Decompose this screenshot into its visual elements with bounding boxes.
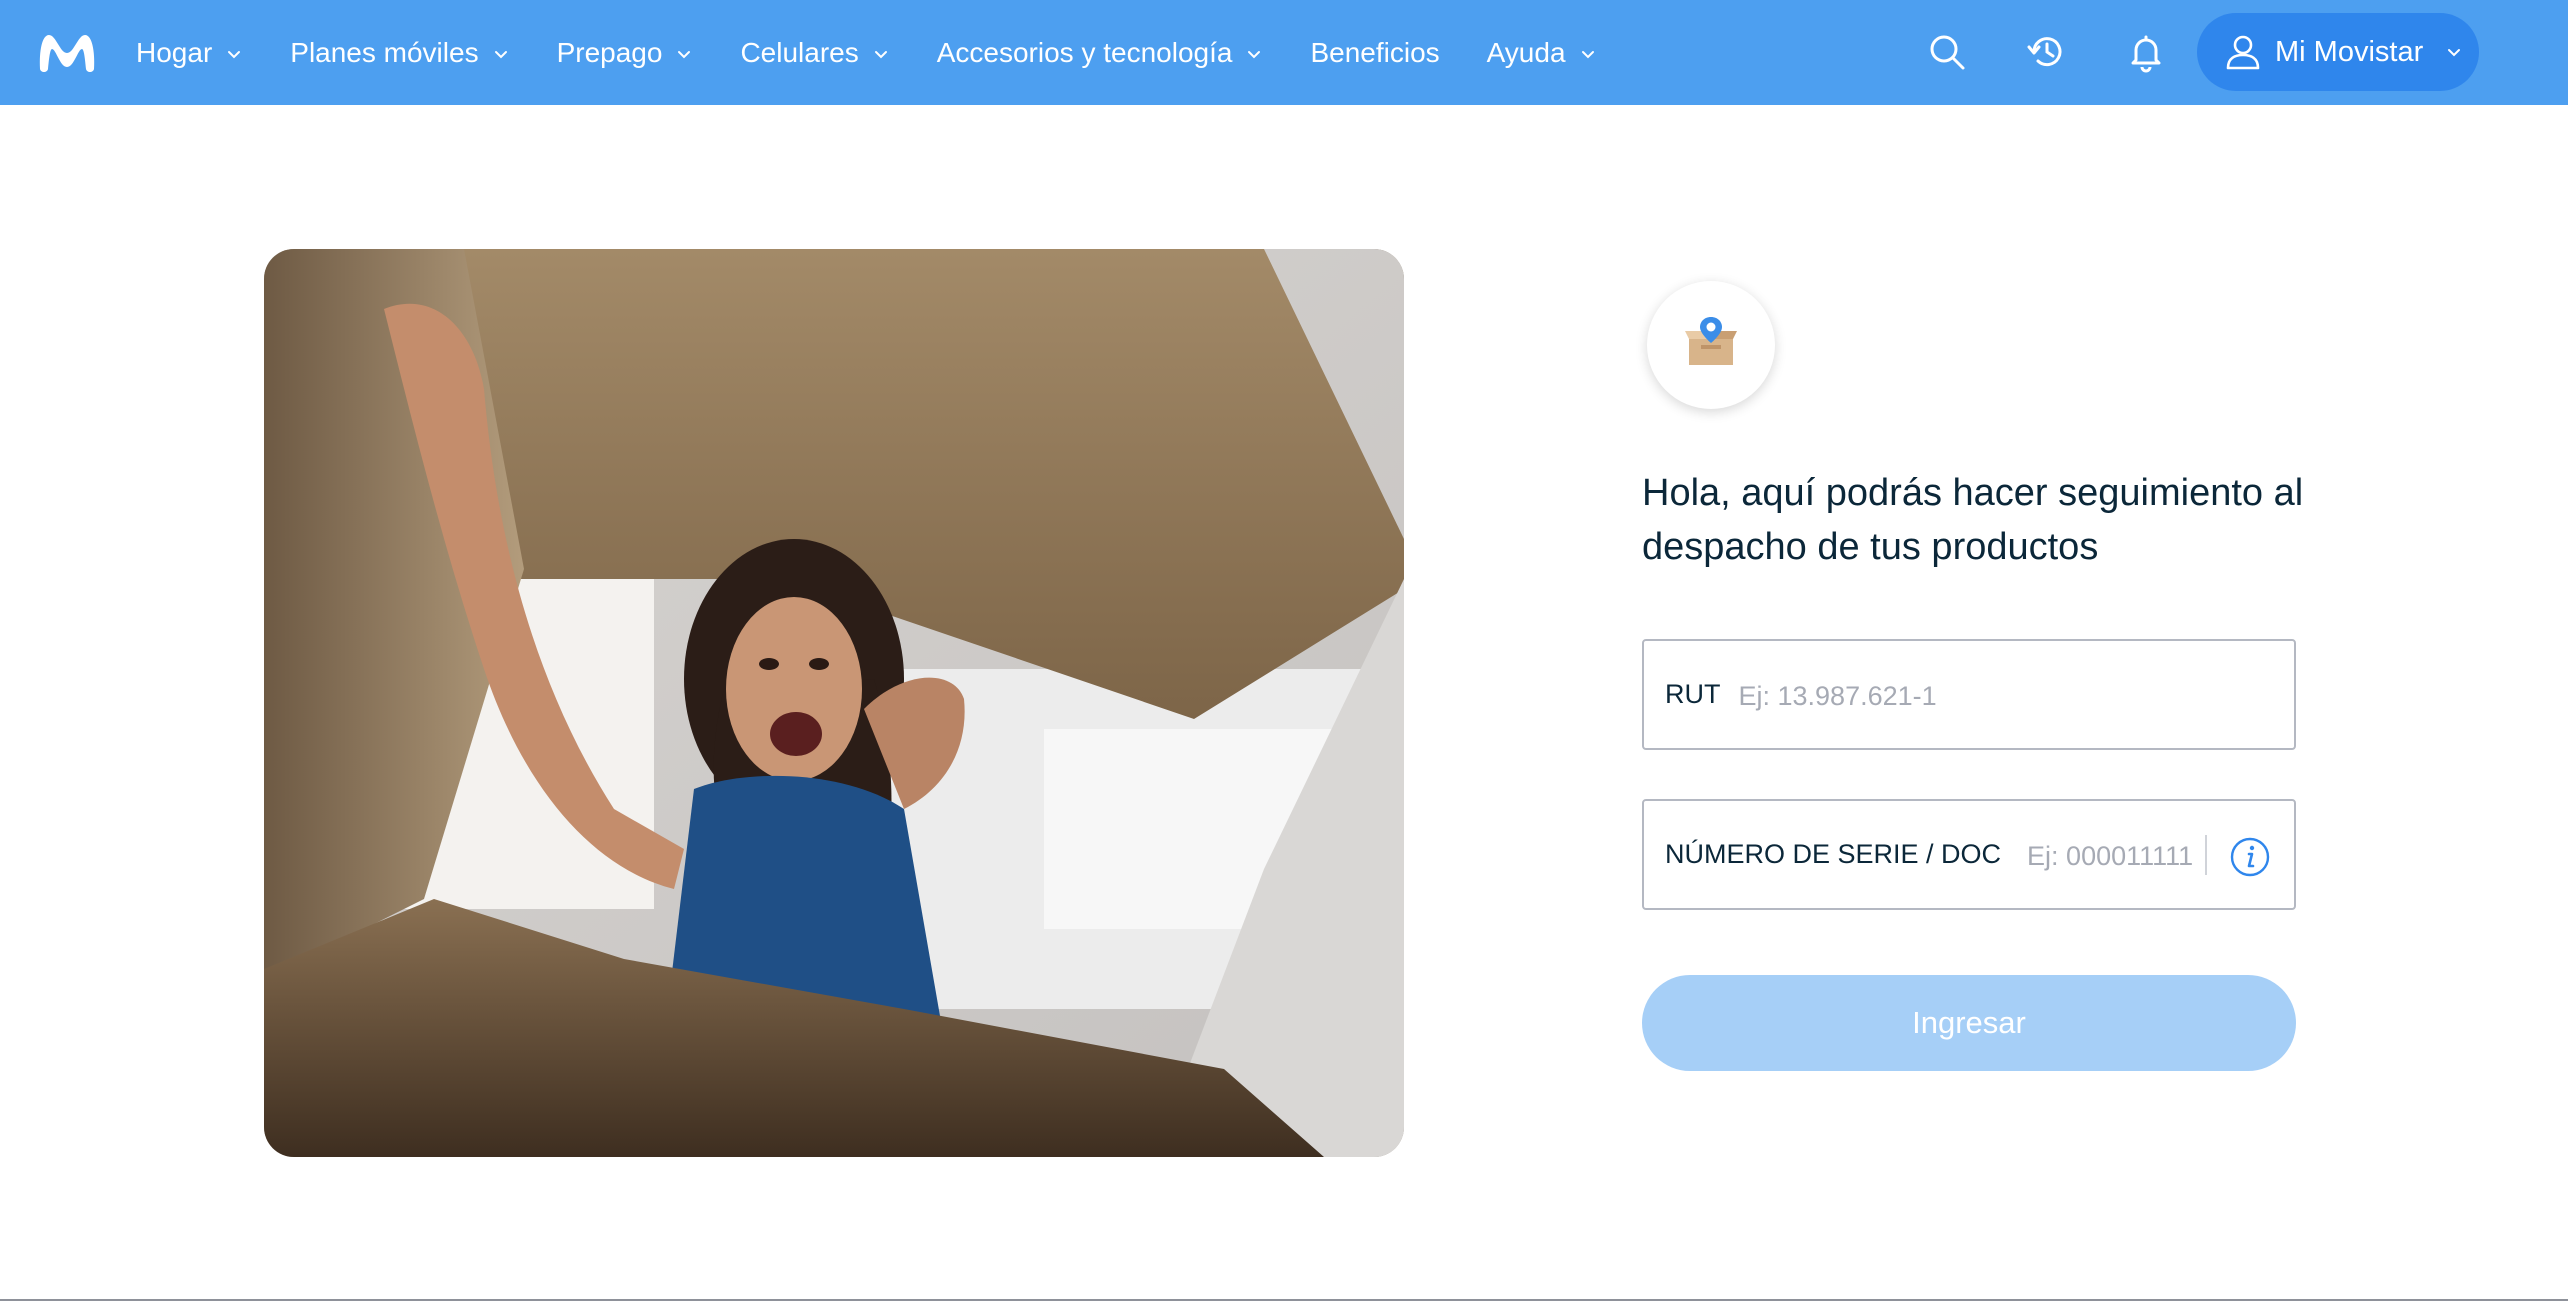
nav-item-label: Celulares: [740, 36, 859, 68]
nav-item-label: Accesorios y tecnología: [936, 36, 1233, 68]
nav-item-accesorios[interactable]: Accesorios y tecnología: [937, 37, 1264, 69]
rut-input[interactable]: [1738, 676, 2239, 717]
user-icon: [2226, 35, 2260, 70]
chevron-down-icon: [494, 50, 507, 58]
top-navigation-bar: Hogar Planes móviles Prepago Celulares A…: [0, 0, 2568, 105]
nav-item-label: Prepago: [556, 36, 663, 68]
chevron-down-icon: [1581, 50, 1594, 58]
main-nav: Hogar Planes móviles Prepago Celulares A…: [136, 0, 1644, 105]
nav-item-hogar[interactable]: Hogar: [136, 37, 243, 69]
nav-item-label: Ayuda: [1486, 36, 1566, 68]
rut-label: RUT: [1665, 679, 1721, 709]
chevron-down-icon: [228, 50, 241, 58]
rut-field[interactable]: RUT: [1642, 639, 2296, 750]
photo-woman-opening-box-icon: [264, 249, 1404, 1157]
chevron-down-icon: [2448, 49, 2461, 57]
nav-item-celulares[interactable]: Celulares: [740, 37, 889, 69]
chevron-down-icon: [1248, 50, 1261, 58]
movistar-logo-icon[interactable]: [36, 29, 98, 75]
info-icon[interactable]: [2229, 836, 2271, 878]
chevron-down-icon: [678, 50, 691, 58]
serie-input[interactable]: [2027, 836, 2228, 877]
nav-item-prepago[interactable]: Prepago: [557, 37, 694, 69]
nav-item-planes-moviles[interactable]: Planes móviles: [290, 37, 509, 69]
serie-field[interactable]: NÚMERO DE SERIE / DOC: [1642, 799, 2296, 910]
bell-icon[interactable]: [2124, 30, 2168, 74]
page-headline: Hola, aquí podrás hacer seguimiento al d…: [1642, 472, 2304, 568]
page-bottom-divider: [0, 1299, 2568, 1301]
serie-label: NÚMERO DE SERIE / DOC: [1665, 839, 2002, 869]
search-icon[interactable]: [1925, 30, 1969, 74]
nav-item-ayuda[interactable]: Ayuda: [1487, 37, 1597, 69]
hero-image: [264, 249, 1404, 1157]
mi-movistar-button[interactable]: Mi Movistar: [2197, 13, 2479, 91]
nav-item-label: Planes móviles: [290, 36, 479, 68]
nav-item-label: Beneficios: [1310, 36, 1440, 68]
package-location-icon: [1685, 317, 1737, 365]
account-label: Mi Movistar: [2275, 35, 2424, 68]
history-icon[interactable]: [2025, 30, 2069, 74]
nav-item-beneficios[interactable]: Beneficios: [1310, 37, 1439, 69]
field-divider: [2205, 835, 2207, 875]
package-badge: [1647, 281, 1775, 409]
nav-item-label: Hogar: [136, 36, 213, 68]
chevron-down-icon: [874, 50, 887, 58]
ingresar-button[interactable]: Ingresar: [1642, 975, 2296, 1071]
